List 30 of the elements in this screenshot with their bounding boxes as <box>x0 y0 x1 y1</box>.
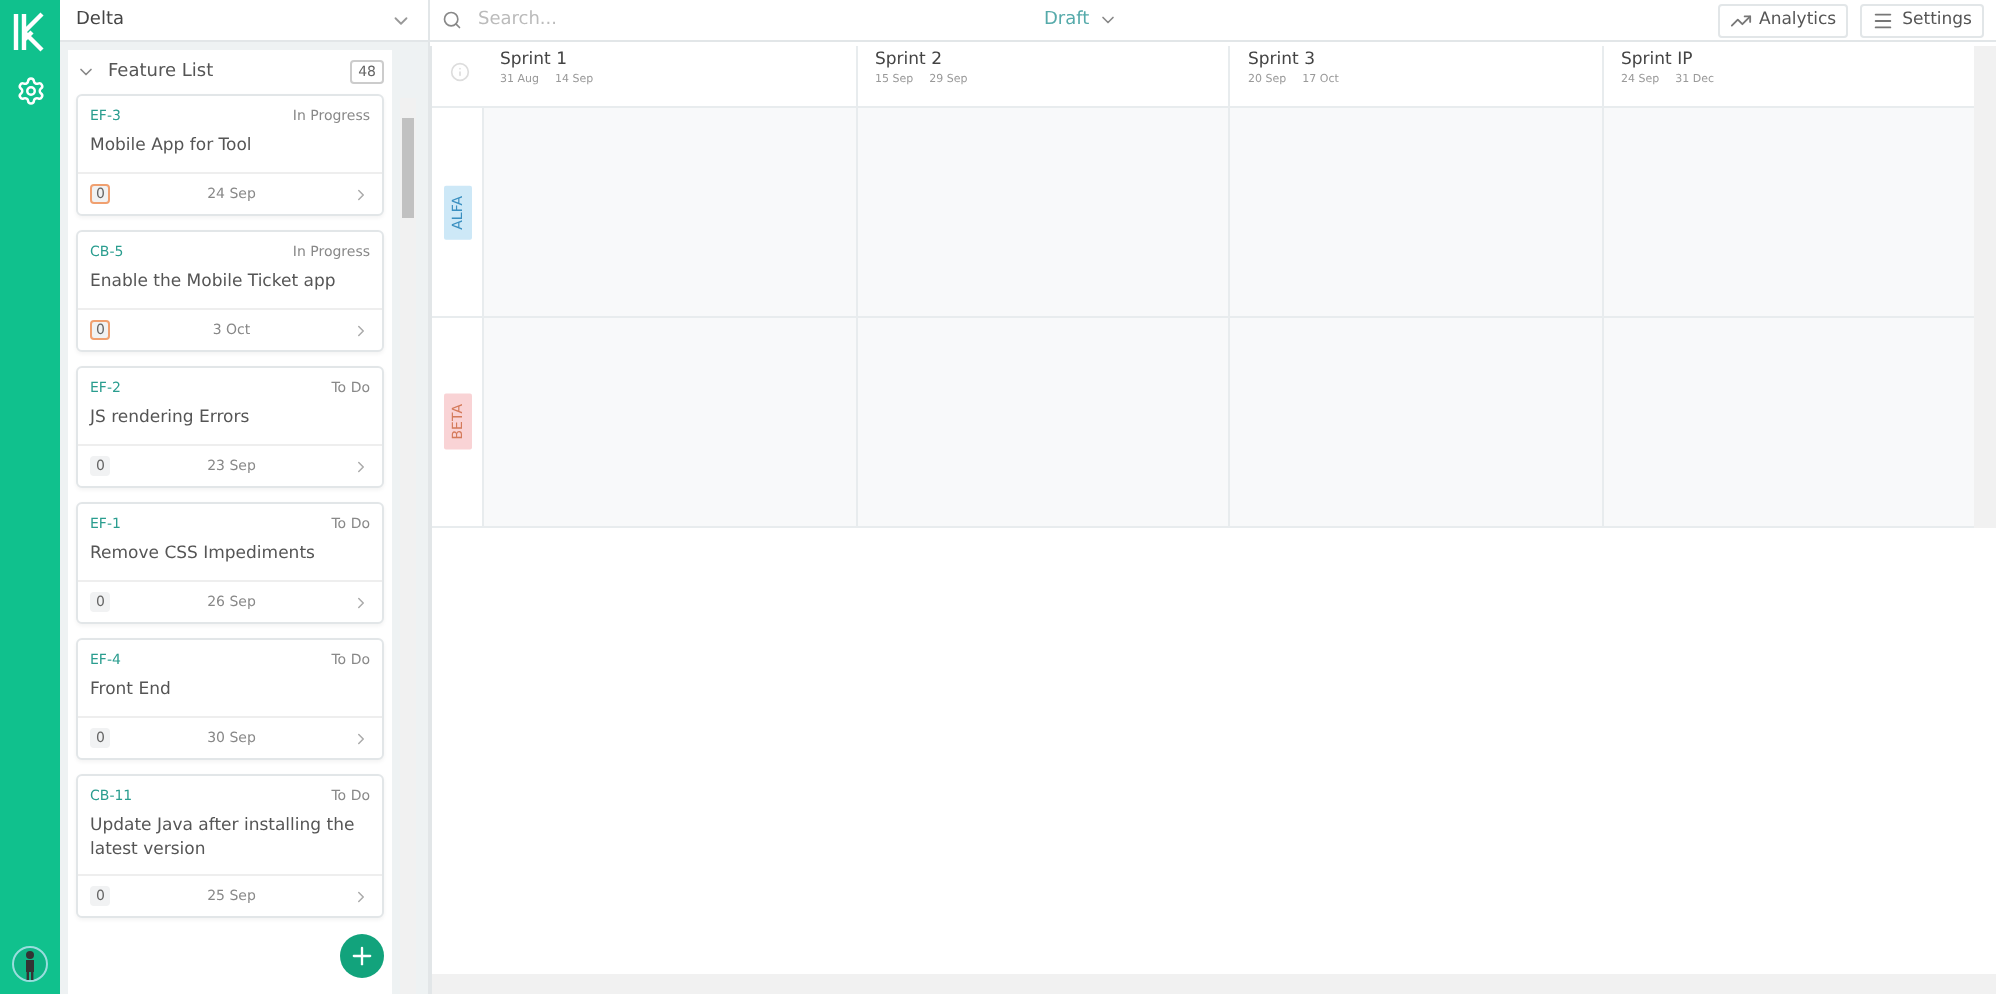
analytics-button[interactable]: Analytics <box>1717 3 1849 37</box>
chevron-right-icon[interactable] <box>352 593 370 611</box>
search-icon <box>442 10 462 30</box>
chevron-right-icon[interactable] <box>352 321 370 339</box>
chevron-right-icon[interactable] <box>352 457 370 475</box>
sprint-name: Sprint IP <box>1621 50 1695 70</box>
chevron-right-icon[interactable] <box>352 185 370 203</box>
settings-icon[interactable] <box>15 76 45 106</box>
logo-icon <box>12 12 48 52</box>
feature-title: JS rendering Errors <box>90 406 252 430</box>
feature-title: Enable the Mobile Ticket app <box>90 270 338 294</box>
chevron-right-icon[interactable] <box>352 887 370 905</box>
add-button[interactable] <box>340 934 384 978</box>
project-name: Delta <box>76 10 125 30</box>
feature-list-title: Feature List <box>108 62 214 82</box>
sprint-name: Sprint 3 <box>1248 50 1317 70</box>
feature-title: Update Java after installing the latest version <box>90 814 357 862</box>
sprint-name: Sprint 1 <box>500 50 569 70</box>
chevron-right-icon[interactable] <box>352 729 370 747</box>
avatar-icon[interactable] <box>12 946 48 982</box>
info-icon[interactable] <box>450 62 470 82</box>
horizontal-scrollbar[interactable] <box>432 974 1996 994</box>
feature-title: Mobile App for Tool <box>90 134 254 158</box>
menu-icon <box>1872 9 1895 31</box>
plus-icon <box>348 942 376 970</box>
feature-title: Front End <box>90 678 173 702</box>
settings-button[interactable]: Settings <box>1860 3 1984 37</box>
feature-title: Remove CSS Impediments <box>90 542 317 566</box>
sprint-name: Sprint 2 <box>875 50 944 70</box>
project-select[interactable]: Delta <box>60 0 428 42</box>
